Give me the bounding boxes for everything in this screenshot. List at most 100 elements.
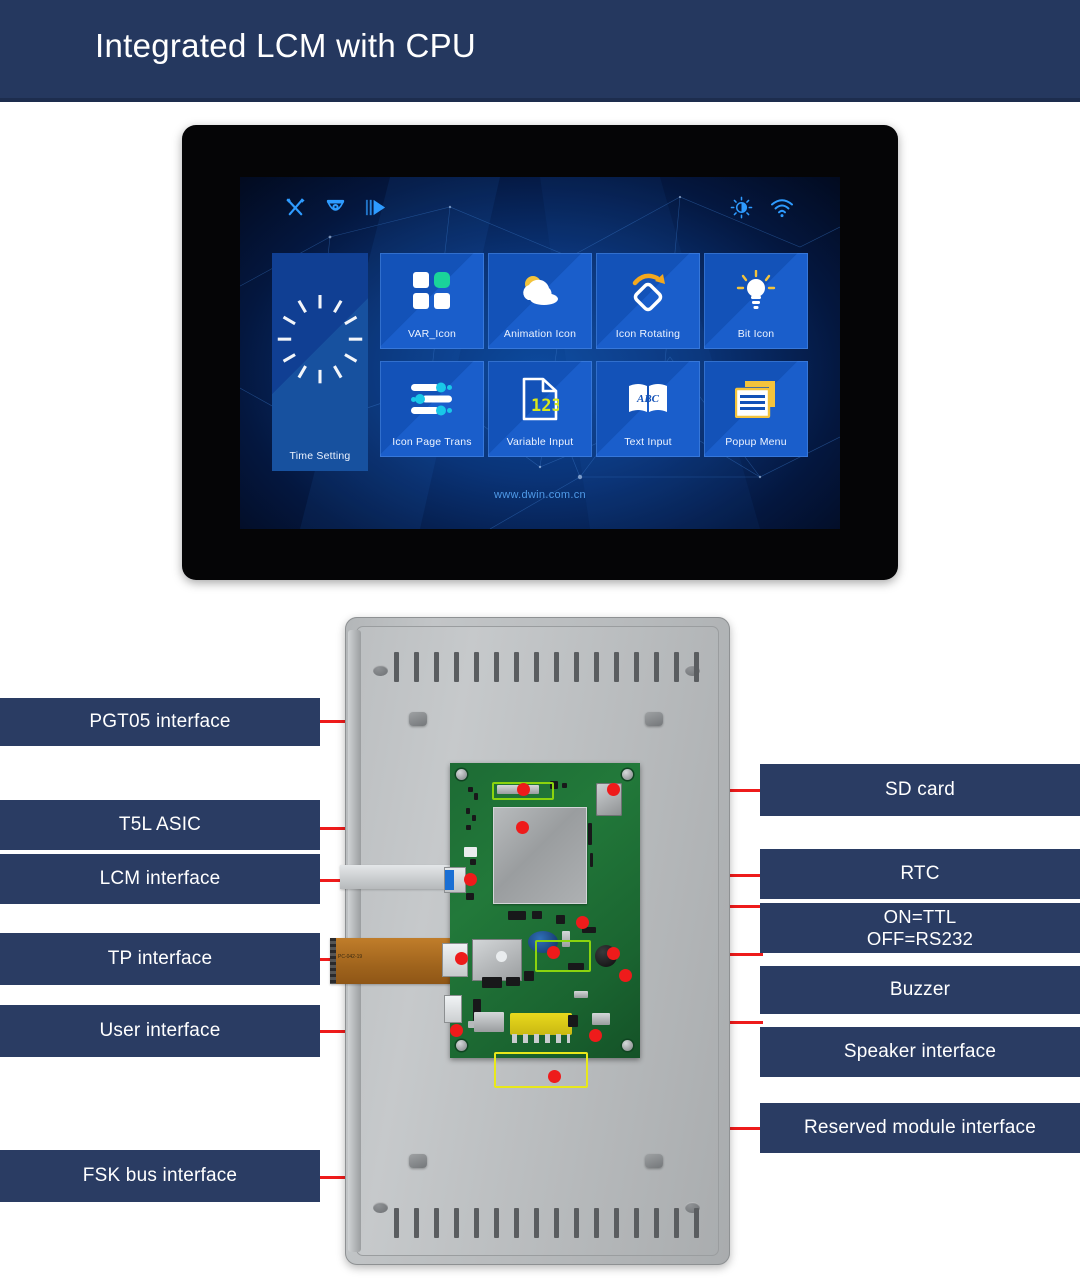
tile-label: Animation Icon	[503, 328, 577, 340]
shell-marking-bl	[373, 1202, 388, 1213]
shell-marking-left	[373, 665, 388, 676]
mount-post-bl	[409, 1154, 427, 1168]
header-divider	[0, 98, 1080, 102]
flex-cable-contacts	[330, 938, 336, 984]
tile-animation-icon[interactable]: Animation Icon	[488, 253, 592, 349]
tile-text-input[interactable]: ABC Text Input	[596, 361, 700, 457]
label-rtc[interactable]: RTC	[760, 849, 1080, 899]
mount-post-tr	[645, 712, 663, 726]
reserved-module-header	[510, 1013, 572, 1043]
label-user-interface[interactable]: User interface	[0, 1005, 320, 1057]
lcd-tile-grid: Time Setting VAR_Icon Animation Icon Ico…	[272, 253, 812, 471]
fsk-bus-connector	[474, 1012, 504, 1032]
rtc-highlight-box	[535, 940, 591, 972]
pcb-screw-br	[622, 1040, 633, 1051]
callout-dot-jumper	[576, 916, 589, 929]
label-tp-interface[interactable]: TP interface	[0, 933, 320, 985]
tile-variable-input[interactable]: 123 Variable Input	[488, 361, 592, 457]
mount-post-br	[645, 1154, 663, 1168]
label-text: Speaker interface	[843, 1040, 997, 1062]
tile-label: Icon Page Trans	[392, 436, 472, 448]
sliders-icon	[380, 375, 484, 423]
label-text: TP interface	[107, 947, 213, 969]
pcb-screw-tr	[622, 769, 633, 780]
label-speaker-interface[interactable]: Speaker interface	[760, 1027, 1080, 1077]
svg-text:123: 123	[531, 396, 559, 416]
tile-label: VAR_Icon	[407, 328, 457, 340]
label-sd-card[interactable]: SD card	[760, 764, 1080, 816]
label-lcm-interface[interactable]: LCM interface	[0, 854, 320, 904]
svg-text:ABC: ABC	[636, 393, 660, 405]
fsk-highlight-box	[494, 1052, 588, 1088]
tile-label: Bit Icon	[737, 328, 775, 340]
lightbulb-icon	[704, 267, 808, 315]
tools-icon[interactable]	[284, 196, 307, 219]
label-text-line2: OFF=RS232	[866, 928, 974, 949]
clock-dial-icon	[272, 283, 368, 403]
label-text: T5L ASIC	[118, 813, 202, 835]
label-t5l-asic[interactable]: T5L ASIC	[0, 800, 320, 850]
callout-dot-reserved	[589, 1029, 602, 1042]
label-text: Reserved module interface	[803, 1116, 1037, 1138]
callout-dot-buzzer	[607, 947, 620, 960]
label-reserved-module-interface[interactable]: Reserved module interface	[760, 1103, 1080, 1153]
four-squares-icon	[380, 267, 484, 315]
lcd-device-bezel: Time Setting VAR_Icon Animation Icon Ico…	[182, 125, 898, 580]
label-text: LCM interface	[99, 867, 221, 889]
stacked-windows-icon	[704, 375, 808, 423]
user-interface-connector	[444, 995, 462, 1023]
tile-label: Variable Input	[506, 436, 574, 448]
abc-book-icon: ABC	[596, 375, 700, 423]
cloud-sun-icon	[488, 267, 592, 315]
label-text: RTC	[900, 862, 940, 884]
tile-label: Popup Menu	[725, 436, 787, 448]
lcm-interface-connector	[444, 867, 466, 893]
speaker-header	[574, 991, 588, 998]
label-fsk-bus-interface[interactable]: FSK bus interface	[0, 1150, 320, 1202]
t5l-asic-shield	[493, 807, 587, 904]
annotated-device-diagram: PC-042-19 PGT05 interface T5L ASIC LCM i…	[0, 600, 1080, 1280]
rotating-diamond-icon	[596, 267, 700, 315]
callout-dot-pgt05	[517, 783, 530, 796]
label-text: Buzzer	[889, 978, 951, 1000]
tile-label: Icon Rotating	[615, 328, 681, 340]
pcb-screw-bl	[456, 1040, 467, 1051]
brightness-icon[interactable]	[730, 196, 753, 219]
tile-popup-menu[interactable]: Popup Menu	[704, 361, 808, 457]
tile-time-setting[interactable]: Time Setting	[272, 253, 368, 471]
label-text: PGT05 interface	[89, 710, 231, 732]
numeric-page-icon: 123	[488, 375, 592, 423]
tile-bit-icon[interactable]: Bit Icon	[704, 253, 808, 349]
tile-icon-rotating[interactable]: Icon Rotating	[596, 253, 700, 349]
wifi-icon[interactable]	[770, 197, 794, 219]
callout-dot-fsk	[548, 1070, 561, 1083]
play-icon[interactable]	[364, 196, 387, 219]
page-title: Integrated LCM with CPU	[95, 27, 477, 64]
label-ttl-rs232[interactable]: ON=TTL OFF=RS232	[760, 903, 1080, 953]
callout-dot-speaker	[619, 969, 632, 982]
label-text: User interface	[99, 1019, 221, 1041]
mount-post-tl	[409, 712, 427, 726]
main-pcb	[442, 763, 640, 1058]
dwin-url-text: www.dwin.com.cn	[494, 489, 586, 501]
tile-label: Time Setting	[289, 450, 351, 462]
flex-cable-marking: PC-042-19	[338, 954, 363, 960]
pcb-screw-tl	[456, 769, 467, 780]
label-pgt05-interface[interactable]: PGT05 interface	[0, 698, 320, 746]
tile-icon-page-trans[interactable]: Icon Page Trans	[380, 361, 484, 457]
callout-dot-rtc	[547, 946, 560, 959]
callout-dot-t5l	[516, 821, 529, 834]
label-text: FSK bus interface	[82, 1164, 238, 1186]
callout-dot-lcm	[464, 873, 477, 886]
tile-var-icon[interactable]: VAR_Icon	[380, 253, 484, 349]
label-buzzer[interactable]: Buzzer	[760, 966, 1080, 1014]
callout-dot-user	[450, 1024, 463, 1037]
label-text: SD card	[884, 778, 956, 800]
tile-label: Text Input	[624, 436, 672, 448]
callout-dot-sdcard	[607, 783, 620, 796]
dome-camera-icon[interactable]	[324, 196, 347, 219]
lcd-screen: Time Setting VAR_Icon Animation Icon Ico…	[240, 177, 840, 529]
callout-dot-tp	[455, 952, 468, 965]
label-text-line1: ON=TTL	[883, 906, 957, 928]
lcd-status-bar	[240, 177, 840, 237]
